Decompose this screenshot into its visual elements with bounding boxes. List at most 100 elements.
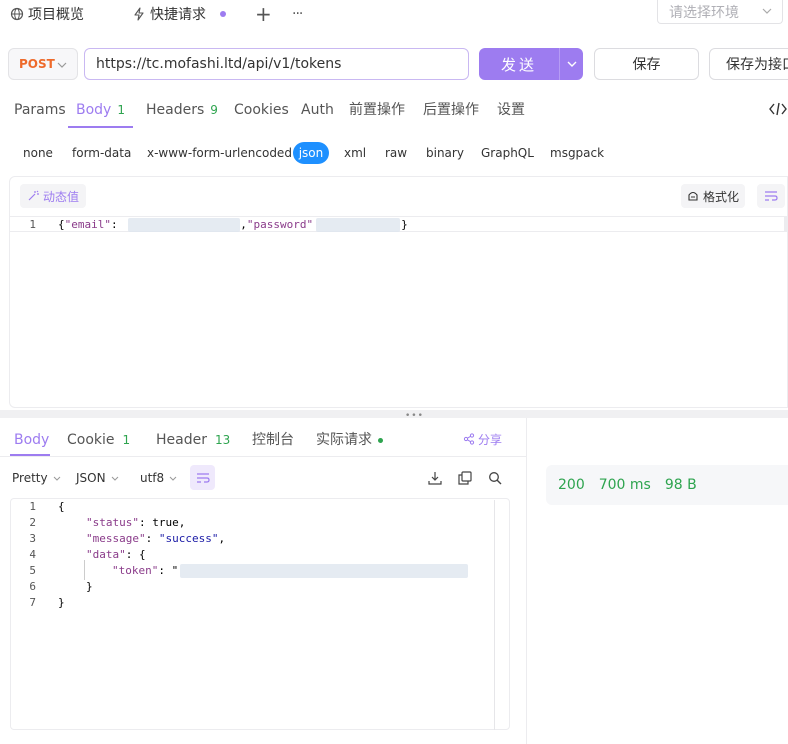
body-type-msgpack[interactable]: msgpack xyxy=(550,146,604,160)
drag-handle-icon[interactable]: ••• xyxy=(405,411,424,421)
body-type-none[interactable]: none xyxy=(23,146,53,160)
tab-label: Body xyxy=(76,102,112,118)
response-format-select[interactable]: JSON xyxy=(76,470,119,486)
chevron-down-icon xyxy=(57,62,67,68)
request-body-editor[interactable] xyxy=(9,176,788,408)
status-code: 200 xyxy=(558,477,585,493)
tab-headers[interactable]: Headers 9 xyxy=(146,100,218,120)
method-select[interactable]: POST xyxy=(8,48,78,80)
response-status: 200 700 ms 98 B xyxy=(546,465,788,505)
line-number: 7 xyxy=(29,596,36,609)
body-type-urlencoded[interactable]: x-www-form-urlencoded xyxy=(147,146,292,160)
tab-label: 项目概览 xyxy=(28,7,84,23)
vertical-divider[interactable] xyxy=(526,418,527,744)
dynamic-value-label: 动态值 xyxy=(42,189,79,204)
tab-settings[interactable]: 设置 xyxy=(497,100,525,120)
body-type-graphql[interactable]: GraphQL xyxy=(481,146,534,160)
json-sep: : xyxy=(145,532,159,545)
wrap-lines-button[interactable] xyxy=(757,184,785,208)
view-mode-select[interactable]: Pretty xyxy=(12,470,61,486)
json-value: : { xyxy=(125,548,146,561)
chevron-down-icon xyxy=(567,61,576,67)
tab-params[interactable]: Params xyxy=(14,100,66,120)
chevron-down-icon xyxy=(111,476,118,481)
search-icon[interactable] xyxy=(488,470,502,489)
json-value: : " xyxy=(158,564,179,577)
encoding-label: utf8 xyxy=(140,471,165,485)
response-tab-console[interactable]: 控制台 xyxy=(252,430,294,450)
response-time: 700 ms xyxy=(598,477,651,493)
send-options-button[interactable] xyxy=(559,48,583,80)
share-button[interactable]: 分享 xyxy=(463,430,502,450)
code-sep: : xyxy=(110,218,125,231)
url-input[interactable]: https://tc.mofashi.ltd/api/v1/tokens xyxy=(84,48,469,80)
save-button[interactable]: 保存 xyxy=(594,48,699,80)
code-brace: { xyxy=(58,218,65,231)
code-view-icon[interactable] xyxy=(769,101,787,121)
tab-auth[interactable]: Auth xyxy=(301,100,334,120)
line-number: 6 xyxy=(29,580,36,593)
status-dot xyxy=(378,437,383,443)
download-icon[interactable] xyxy=(428,470,442,489)
line-number: 5 xyxy=(29,564,36,577)
body-type-binary[interactable]: binary xyxy=(426,146,464,160)
json-line: "data": { xyxy=(86,548,146,561)
tab-label: 实际请求 xyxy=(316,432,372,448)
json-key: "message" xyxy=(86,532,146,545)
json-value: : true, xyxy=(138,516,186,529)
body-type-json[interactable]: json xyxy=(293,142,329,164)
response-body-viewer[interactable] xyxy=(10,498,510,730)
response-wrap-button[interactable] xyxy=(190,465,215,490)
tab-label: 控制台 xyxy=(252,432,294,448)
panel-splitter[interactable] xyxy=(0,410,788,418)
response-tab-actual-request[interactable]: 实际请求 xyxy=(316,430,383,450)
tab-cookies[interactable]: Cookies xyxy=(234,100,289,120)
body-type-raw[interactable]: raw xyxy=(385,146,407,160)
tab-post-operations[interactable]: 后置操作 xyxy=(423,100,479,120)
response-tab-header[interactable]: Header 13 xyxy=(156,430,230,450)
format-button[interactable]: 格式化 xyxy=(681,184,745,208)
body-type-xml[interactable]: xml xyxy=(344,146,366,160)
line-number: 3 xyxy=(29,532,36,545)
json-key: "token" xyxy=(112,564,159,577)
editor-scrollbar[interactable] xyxy=(784,216,788,232)
method-label: POST xyxy=(19,57,55,71)
response-tab-cookie[interactable]: Cookie 1 xyxy=(67,430,130,450)
tab-quick-request[interactable]: 快捷请求 xyxy=(132,0,226,28)
response-scrollbar[interactable] xyxy=(494,500,495,730)
json-key: "email" xyxy=(64,218,111,231)
add-tab-button[interactable]: + xyxy=(255,0,272,28)
json-line: "status": true, xyxy=(86,516,185,529)
encoding-select[interactable]: utf8 xyxy=(140,470,177,486)
dynamic-value-button[interactable]: 动态值 xyxy=(20,184,86,208)
line-number: 1 xyxy=(29,500,36,513)
tab-body[interactable]: Body 1 xyxy=(76,100,125,120)
save-as-endpoint-button[interactable]: 保存为接口 xyxy=(709,48,788,80)
send-label: 发送 xyxy=(500,55,537,74)
globe-icon xyxy=(10,7,24,21)
code-brace: } xyxy=(401,218,408,231)
share-label: 分享 xyxy=(478,433,503,447)
tab-label: Auth xyxy=(301,102,334,118)
more-tabs-button[interactable]: ··· xyxy=(292,0,303,28)
tab-count: 13 xyxy=(214,433,231,447)
tab-label: Cookies xyxy=(234,102,289,118)
redacted-password xyxy=(316,218,400,232)
tab-pre-operations[interactable]: 前置操作 xyxy=(349,100,405,120)
environment-select[interactable]: 请选择环境 xyxy=(657,0,783,24)
tab-project-overview[interactable]: 项目概览 xyxy=(10,0,84,28)
copy-icon[interactable] xyxy=(458,470,472,489)
json-key: "data" xyxy=(86,548,126,561)
tab-count: 9 xyxy=(210,103,218,117)
json-line: "token": " xyxy=(112,564,178,577)
body-type-form-data[interactable]: form-data xyxy=(72,146,131,160)
send-button[interactable]: 发送 xyxy=(479,48,583,80)
chevron-down-icon xyxy=(53,476,60,481)
tab-label: Header xyxy=(156,432,207,448)
tab-label: Body xyxy=(14,432,50,448)
response-tab-body[interactable]: Body xyxy=(14,430,49,450)
json-line: } xyxy=(86,580,93,593)
tab-label: 前置操作 xyxy=(349,102,405,118)
json-line: } xyxy=(58,596,65,609)
json-line: { xyxy=(58,500,65,513)
